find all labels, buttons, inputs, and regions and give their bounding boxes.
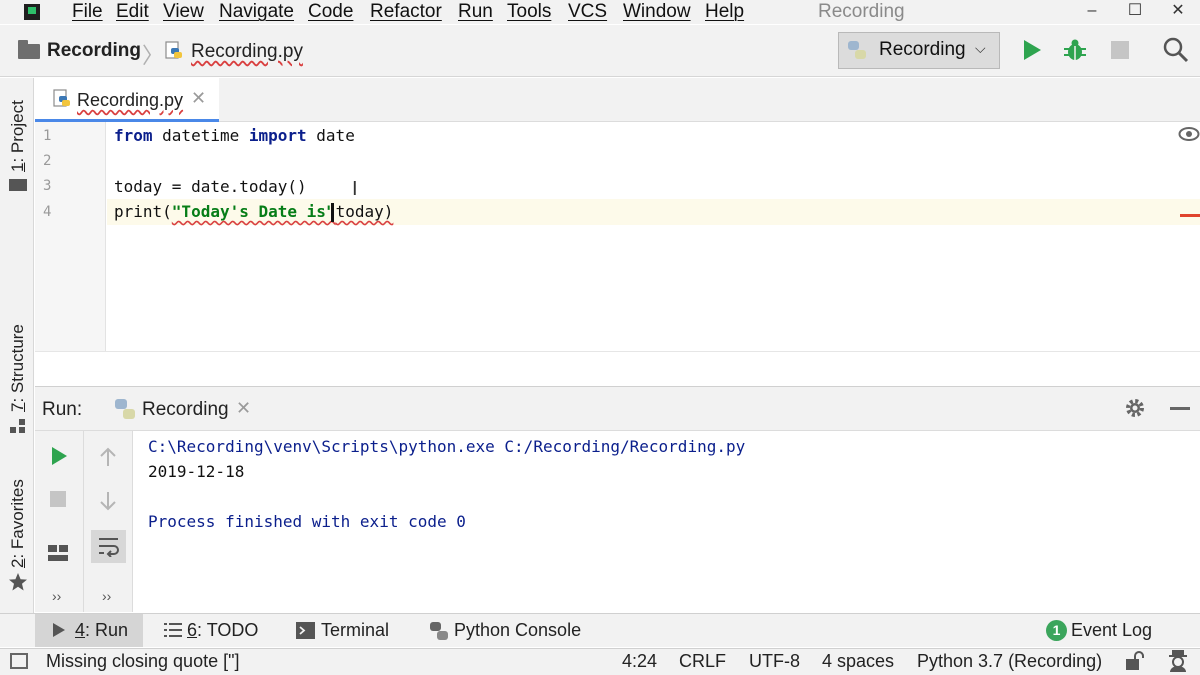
menu-run[interactable]: Run: [458, 1, 493, 23]
menu-vcs[interactable]: VCS: [568, 1, 607, 23]
console-line: Process finished with exit code 0: [148, 512, 466, 531]
menu-window[interactable]: Window: [623, 1, 691, 23]
breadcrumb-separator: 〉: [142, 43, 165, 68]
chevron-down-icon: ⌵: [975, 40, 986, 56]
tool-window-run[interactable]: 4: Run: [75, 620, 128, 641]
close-icon[interactable]: ✕: [236, 398, 251, 419]
close-window-button[interactable]: ✕: [1158, 0, 1198, 24]
python-icon: [848, 41, 866, 59]
run-button[interactable]: [1021, 38, 1043, 62]
menu-code[interactable]: Code: [308, 1, 353, 23]
console-line: 2019-12-18: [148, 462, 245, 481]
line-number: 1: [43, 128, 52, 144]
status-interpreter[interactable]: Python 3.7 (Recording): [917, 651, 1102, 672]
arrow-down-icon[interactable]: [98, 490, 118, 512]
tool-window-terminal[interactable]: Terminal: [321, 620, 389, 641]
layout-icon[interactable]: [48, 545, 68, 563]
arrow-up-icon[interactable]: [98, 446, 118, 468]
stop-run-button[interactable]: [50, 491, 66, 507]
more-actions-icon[interactable]: ››: [52, 588, 61, 604]
python-console-icon: [430, 622, 448, 640]
status-indent[interactable]: 4 spaces: [822, 651, 894, 672]
inspector-icon[interactable]: [1166, 649, 1190, 673]
code-line-3[interactable]: today = date.today(): [114, 177, 307, 196]
status-line-ending[interactable]: CRLF: [679, 651, 726, 672]
gear-icon[interactable]: [1124, 397, 1146, 419]
stop-button[interactable]: [1111, 41, 1129, 59]
structure-icon: [10, 419, 26, 433]
list-icon: [164, 623, 182, 637]
terminal-icon: [296, 622, 315, 639]
menu-file[interactable]: File: [72, 1, 103, 23]
more-actions-icon[interactable]: ››: [102, 588, 111, 604]
line-number: 3: [43, 178, 52, 194]
toggle-tool-windows-icon[interactable]: [10, 653, 28, 669]
window-title: Recording: [818, 1, 905, 22]
python-file-icon: [53, 89, 70, 107]
folder-icon: [18, 40, 40, 59]
text-caret: [331, 203, 334, 222]
breadcrumb-project[interactable]: Recording: [47, 40, 141, 62]
app-logo-icon: [24, 4, 40, 20]
tool-window-todo[interactable]: 6: TODO: [187, 620, 258, 641]
run-configuration-label: Recording: [879, 39, 966, 60]
error-stripe-marker[interactable]: [1180, 214, 1200, 217]
run-panel-title: Run:: [42, 399, 83, 420]
menu-navigate[interactable]: Navigate: [219, 1, 294, 23]
menu-view[interactable]: View: [163, 1, 204, 23]
lock-icon[interactable]: [1124, 650, 1146, 672]
tab-favorites[interactable]: 2: Favorites: [8, 479, 28, 568]
menu-help[interactable]: Help: [705, 1, 744, 23]
folder-icon: [9, 179, 27, 191]
tool-window-event-log[interactable]: Event Log: [1071, 620, 1152, 641]
menu-edit[interactable]: Edit: [116, 1, 149, 23]
event-log-badge: 1: [1046, 620, 1067, 641]
search-icon[interactable]: [1162, 36, 1190, 64]
tool-window-python-console[interactable]: Python Console: [454, 620, 581, 641]
eye-icon[interactable]: [1178, 126, 1200, 142]
minimize-button[interactable]: –: [1072, 0, 1112, 24]
python-icon: [115, 399, 135, 419]
soft-wrap-icon: [99, 538, 119, 557]
python-file-icon: [165, 41, 182, 59]
menu-refactor[interactable]: Refactor: [370, 1, 442, 23]
code-line-1[interactable]: from datetime import date: [114, 126, 355, 145]
editor-bottom-area: [35, 351, 1200, 385]
editor-tab-label: Recording.py: [77, 90, 184, 110]
debug-button[interactable]: [1062, 37, 1088, 63]
star-icon: [9, 573, 27, 591]
breadcrumb-file[interactable]: Recording.py: [191, 41, 303, 63]
line-number: 4: [43, 204, 52, 220]
maximize-button[interactable]: ☐: [1115, 0, 1155, 24]
tab-project[interactable]: 1: Project: [8, 100, 28, 172]
status-encoding[interactable]: UTF-8: [749, 651, 800, 672]
run-tab-recording[interactable]: Recording: [142, 399, 229, 421]
ibeam-cursor: I: [352, 178, 358, 200]
rerun-button[interactable]: [50, 446, 68, 466]
minimize-panel-icon[interactable]: [1170, 407, 1190, 410]
line-number: 2: [43, 153, 52, 169]
tab-structure[interactable]: 7: Structure: [8, 324, 28, 412]
code-line-4[interactable]: print("Today's Date is"today): [114, 202, 393, 221]
console-line: C:\Recording\venv\Scripts\python.exe C:/…: [148, 437, 746, 456]
close-icon[interactable]: ✕: [191, 88, 206, 109]
run-icon: [53, 623, 65, 637]
status-message: Missing closing quote ["]: [46, 651, 240, 671]
status-caret-position[interactable]: 4:24: [622, 651, 657, 672]
menu-tools[interactable]: Tools: [507, 1, 551, 23]
